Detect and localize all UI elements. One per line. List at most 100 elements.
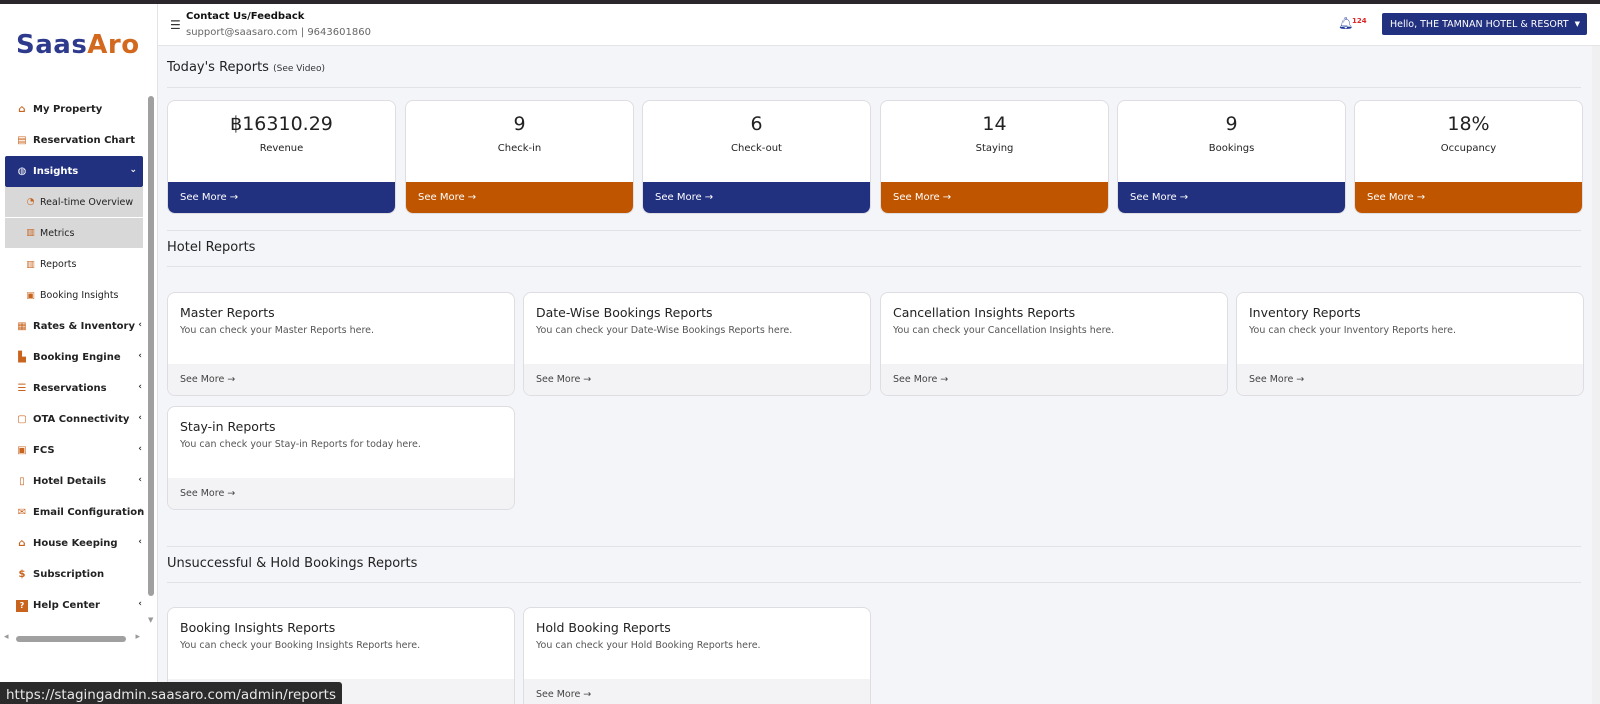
divider [167, 230, 1581, 231]
brand-logo-part1: Saas [16, 30, 88, 60]
sidebar-item-fcs[interactable]: ▣ FCS ‹ [0, 435, 148, 466]
sidebar-subitem-booking-insights[interactable]: ▣ Booking Insights [0, 280, 148, 311]
scroll-left-arrow-icon[interactable]: ◂ [4, 632, 9, 642]
contact-email[interactable]: support@saasaro.com [186, 27, 298, 38]
email-icon: ✉ [17, 507, 27, 518]
chevron-left-icon: ‹ [138, 475, 142, 485]
sidebar-item-insights[interactable]: ◍ Insights ⌄ [5, 156, 143, 187]
sidebar-item-label: House Keeping [33, 538, 118, 549]
report-card-inventory: Inventory Reports You can check your Inv… [1236, 292, 1584, 396]
browser-status-url: https://stagingadmin.saasaro.com/admin/r… [0, 682, 342, 704]
sidebar-scroll-thumb[interactable] [148, 96, 154, 596]
sidebar-item-help-center[interactable]: ? Help Center ‹ [0, 590, 148, 621]
chevron-left-icon: ‹ [138, 537, 142, 547]
sidebar-subitem-reports[interactable]: ▥ Reports [0, 249, 148, 280]
see-more-link[interactable]: See More → [524, 679, 870, 704]
see-more-link[interactable]: See More → [881, 364, 1227, 395]
brand-logo[interactable]: SaasAro [16, 30, 140, 60]
sidebar-item-ota-connectivity[interactable]: ▢ OTA Connectivity ‹ [0, 404, 148, 435]
stat-card-revenue: ฿16310.29 Revenue See More → [167, 100, 396, 214]
section-heading: Today's Reports [167, 60, 269, 75]
chevron-left-icon: ‹ [138, 413, 142, 423]
scroll-down-arrow-icon[interactable]: ▼ [148, 616, 153, 624]
chevron-left-icon: ‹ [138, 599, 142, 609]
unsuccessful-reports-title: Unsuccessful & Hold Bookings Reports [167, 556, 418, 571]
chevron-down-icon: ⌄ [129, 165, 137, 175]
sidebar-vertical-scrollbar[interactable]: ▼ [148, 94, 155, 624]
see-more-link[interactable]: See More → [406, 182, 633, 213]
contact-separator: | [297, 27, 308, 38]
sidebar-subitem-label: Metrics [40, 227, 75, 239]
stat-value: ฿16310.29 [230, 113, 333, 135]
stat-value: 14 [982, 113, 1007, 135]
sidebar-item-reservation-chart[interactable]: ▤ Reservation Chart [0, 125, 148, 156]
menu-toggle-icon[interactable]: ☰ [170, 18, 181, 32]
stat-card-check-out: 6 Check-out See More → [642, 100, 871, 214]
sidebar-item-email-configuration[interactable]: ✉ Email Configuration ‹ [0, 497, 148, 528]
sidebar-horizontal-scrollbar[interactable]: ◂ ▸ [4, 632, 140, 643]
home-icon: ⌂ [18, 104, 26, 115]
top-header: ☰ Contact Us/Feedback support@saasaro.co… [158, 4, 1600, 46]
sidebar-subitem-metrics[interactable]: ▥ Metrics [5, 218, 143, 249]
see-more-link[interactable]: See More → [1237, 364, 1583, 395]
stat-card-check-in: 9 Check-in See More → [405, 100, 634, 214]
chart-icon: ▤ [17, 135, 27, 146]
contact-title[interactable]: Contact Us/Feedback [186, 11, 304, 22]
sidebar-item-label: Booking Engine [33, 352, 121, 363]
see-more-link[interactable]: See More → [1118, 182, 1345, 213]
see-more-link[interactable]: See More → [168, 478, 514, 509]
see-more-link[interactable]: See More → [524, 364, 870, 395]
report-card-desc: You can check your Booking Insights Repo… [180, 640, 421, 651]
sidebar-item-my-property[interactable]: ⌂ My Property [0, 94, 148, 125]
contact-info: support@saasaro.com | 9643601860 [186, 27, 371, 38]
stat-label: Check-in [497, 143, 542, 154]
chevron-left-icon: ‹ [138, 320, 142, 330]
building-icon: ▙ [18, 352, 26, 363]
report-card-title: Stay-in Reports [180, 419, 276, 434]
report-card-desc: You can check your Master Reports here. [180, 325, 375, 336]
stat-value: 9 [1225, 113, 1238, 135]
chevron-left-icon: ‹ [138, 351, 142, 361]
scroll-right-arrow-icon[interactable]: ▸ [135, 632, 140, 642]
rates-icon: ▦ [17, 321, 27, 332]
stat-value: 6 [750, 113, 763, 135]
see-video-link[interactable]: (See Video) [273, 64, 325, 74]
sidebar-item-subscription[interactable]: $ Subscription [0, 559, 148, 590]
sidebar-item-reservations[interactable]: ☰ Reservations ‹ [0, 373, 148, 404]
see-more-link[interactable]: See More → [168, 364, 514, 395]
dollar-icon: $ [18, 569, 26, 580]
stat-value: 9 [513, 113, 526, 135]
app-frame: SaasAro ⌂ My Property ▤ Reservation Char… [0, 4, 1600, 704]
contact-phone[interactable]: 9643601860 [307, 27, 371, 38]
report-card-title: Master Reports [180, 305, 275, 320]
see-more-link[interactable]: See More → [1355, 182, 1582, 213]
see-more-link[interactable]: See More → [643, 182, 870, 213]
report-card-desc: You can check your Date-Wise Bookings Re… [536, 325, 793, 336]
sidebar-subitem-real-time-overview[interactable]: ◔ Real-time Overview [5, 187, 143, 218]
report-card-desc: You can check your Cancellation Insights… [893, 325, 1115, 336]
document-icon: ▯ [19, 476, 25, 487]
sidebar-item-label: FCS [33, 445, 55, 456]
sidebar-item-booking-engine[interactable]: ▙ Booking Engine ‹ [0, 342, 148, 373]
report-card-title: Date-Wise Bookings Reports [536, 305, 713, 320]
todays-reports-title: Today's Reports (See Video) [167, 60, 325, 75]
sidebar-item-label: Reservations [33, 383, 107, 394]
metrics-icon: ▥ [26, 228, 35, 238]
help-icon: ? [16, 599, 28, 612]
see-more-link[interactable]: See More → [881, 182, 1108, 213]
stat-label: Occupancy [1440, 143, 1497, 154]
report-card-hold-booking: Hold Booking Reports You can check your … [523, 607, 871, 704]
sidebar-hscroll-thumb[interactable] [16, 636, 126, 642]
sidebar-item-hotel-details[interactable]: ▯ Hotel Details ‹ [0, 466, 148, 497]
stat-label: Revenue [259, 143, 304, 154]
user-menu-button[interactable]: Hello, THE TAMNAN HOTEL & RESORT ▼ [1382, 13, 1587, 35]
divider [167, 266, 1581, 267]
sidebar-item-rates-inventory[interactable]: ▦ Rates & Inventory ‹ [0, 311, 148, 342]
id-card-icon: ▣ [17, 445, 27, 456]
sidebar-subitem-label: Booking Insights [40, 290, 119, 301]
sidebar-item-label: Subscription [33, 569, 105, 580]
sidebar-item-house-keeping[interactable]: ⌂ House Keeping ‹ [0, 528, 148, 559]
bell-icon[interactable]: 🔔︎ [1338, 16, 1353, 30]
page-vertical-scrollbar[interactable] [1592, 46, 1600, 704]
see-more-link[interactable]: See More → [168, 182, 395, 213]
